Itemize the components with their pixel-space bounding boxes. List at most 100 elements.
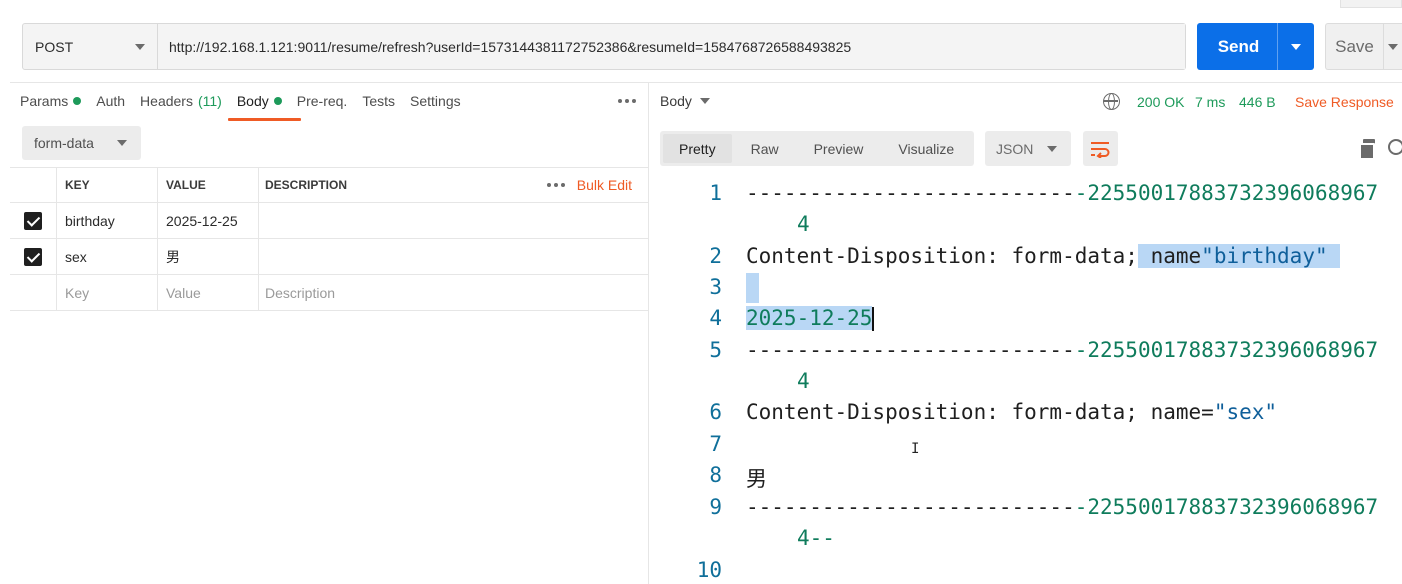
boundary-tail: 7 — [1365, 495, 1379, 519]
text-cursor — [872, 307, 875, 331]
tab-headers-label: Headers — [140, 93, 193, 109]
wrap-icon — [1091, 142, 1110, 158]
save-options-button[interactable] — [1384, 43, 1402, 50]
tab-body-label: Body — [236, 93, 269, 109]
copy-icon[interactable] — [1359, 139, 1375, 160]
send-label: Send — [1217, 36, 1260, 56]
tab-tests[interactable]: Tests — [362, 82, 395, 120]
tab-prereq[interactable]: Pre-req. — [297, 82, 348, 120]
empty-check-cell — [10, 275, 57, 310]
method-select[interactable]: POST — [23, 24, 158, 69]
header-value: VALUE — [158, 168, 259, 202]
send-options-button[interactable] — [1278, 43, 1314, 50]
value-cell[interactable]: 男 — [158, 239, 259, 274]
birthday-value: 2025-12-25 — [746, 306, 873, 330]
tab-body[interactable]: Body — [227, 82, 301, 121]
line-number: 9 — [709, 495, 722, 519]
method-label: POST — [35, 38, 74, 55]
wrap-lines-button[interactable] — [1083, 131, 1118, 166]
code-line-1: ---------------------------2255001788373… — [746, 181, 1378, 205]
boundary-id: -22550017883732396068967 — [1075, 181, 1378, 205]
tab-headers[interactable]: Headers (11) — [140, 82, 222, 120]
response-time[interactable]: 7 ms — [1195, 94, 1225, 110]
value-cell[interactable]: 2025-12-25 — [158, 203, 259, 238]
url-input[interactable]: http://192.168.1.121:9011/resume/refresh… — [158, 24, 1185, 69]
selected-empty-line — [746, 273, 759, 303]
code-line-4: 2025-12-25 — [746, 306, 875, 331]
response-body-select[interactable]: Body — [660, 93, 710, 109]
globe-icon[interactable] — [1103, 93, 1120, 110]
body-type-select[interactable]: form-data — [22, 126, 141, 160]
tab-pretty[interactable]: Pretty — [663, 134, 732, 163]
boundary-dashes: -------------------------- — [746, 181, 1075, 205]
boundary-id: -22550017883732396068967 — [1075, 495, 1378, 519]
chevron-down-icon — [117, 140, 127, 146]
send-button[interactable]: Send — [1197, 23, 1314, 70]
tab-auth-label: Auth — [96, 93, 126, 109]
header-description: DESCRIPTION — [265, 178, 348, 192]
tab-auth[interactable]: Auth — [96, 82, 125, 120]
code-line-6: Content-Disposition: form-data; name="se… — [746, 400, 1277, 424]
format-select[interactable]: JSON — [985, 131, 1071, 166]
request-bar: POST http://192.168.1.121:9011/resume/re… — [22, 23, 1186, 70]
tab-raw[interactable]: Raw — [735, 134, 795, 163]
value-placeholder[interactable]: Value — [158, 275, 259, 310]
row-checkbox-cell — [10, 239, 57, 274]
header-description-cell: DESCRIPTION Bulk Edit — [259, 168, 648, 202]
selected-text: name"birthday" — [1137, 244, 1341, 268]
table-options-icon[interactable] — [546, 183, 565, 187]
row-checkbox-cell — [10, 203, 57, 238]
window-top-strip — [0, 0, 1402, 12]
tab-params[interactable]: Params — [20, 82, 82, 120]
description-cell[interactable] — [259, 239, 648, 274]
response-size[interactable]: 446 B — [1239, 94, 1276, 110]
header-check-cell — [10, 168, 57, 202]
search-icon[interactable] — [1388, 139, 1402, 155]
name-attr: name — [1150, 244, 1202, 268]
header-key: KEY — [57, 168, 158, 202]
tab-prereq-label: Pre-req. — [296, 93, 348, 109]
line-number: 1 — [709, 181, 722, 205]
line-number: 5 — [709, 338, 722, 362]
status-code[interactable]: 200 OK — [1137, 94, 1184, 110]
boundary-value: -2255001788373239606896 — [1074, 495, 1366, 519]
bulk-edit-link[interactable]: Bulk Edit — [577, 177, 632, 193]
boundary-tail: 7 — [1365, 338, 1379, 362]
key-placeholder[interactable]: Key — [57, 275, 158, 310]
more-options-icon[interactable] — [618, 99, 636, 103]
row-checkbox[interactable] — [24, 247, 42, 266]
tab-visualize[interactable]: Visualize — [882, 134, 970, 163]
save-response-button[interactable]: Save Response — [1295, 94, 1394, 110]
chevron-down-icon — [135, 43, 145, 50]
tab-preview[interactable]: Preview — [798, 134, 880, 163]
description-cell[interactable] — [259, 203, 648, 238]
code-line-9: ---------------------------2255001788373… — [746, 495, 1378, 519]
tab-settings[interactable]: Settings — [410, 82, 461, 120]
name-attr: name= — [1150, 400, 1214, 424]
boundary-dashes: -------------------------- — [746, 338, 1075, 362]
body-type-label: form-data — [34, 135, 94, 151]
boundary-dashes: -------------------------- — [746, 495, 1075, 519]
response-view-tabs: Pretty Raw Preview Visualize — [660, 131, 974, 166]
code-line-2: Content-Disposition: form-data; name"bir… — [746, 244, 1341, 268]
request-tabs: Params Auth Headers (11) Body Pre-req. Te… — [20, 82, 476, 121]
row-checkbox[interactable] — [24, 211, 42, 230]
description-placeholder[interactable]: Description — [259, 275, 648, 310]
key-cell[interactable]: birthday — [57, 203, 158, 238]
chevron-down-icon — [1291, 43, 1301, 50]
line-number: 2 — [709, 244, 722, 268]
response-header: Body 200 OK 7 ms 446 B Save Response — [660, 82, 1402, 120]
code-line-5-wrap: 4 — [797, 369, 810, 393]
name-value-sex: "sex" — [1213, 400, 1278, 424]
response-code-view[interactable]: 1 ---------------------------22550017883… — [660, 176, 1402, 584]
save-button[interactable]: Save — [1325, 23, 1402, 70]
tab-settings-label: Settings — [410, 93, 461, 109]
format-label: JSON — [996, 140, 1034, 157]
line-number: 6 — [709, 400, 722, 424]
key-cell[interactable]: sex — [57, 239, 158, 274]
line-number: 3 — [709, 275, 722, 299]
boundary-value: -2255001788373239606896 — [1074, 338, 1366, 362]
pane-divider[interactable] — [648, 82, 649, 584]
code-line-1-wrap: 4 — [797, 212, 810, 236]
table-row-empty: Key Value Description — [10, 275, 648, 311]
